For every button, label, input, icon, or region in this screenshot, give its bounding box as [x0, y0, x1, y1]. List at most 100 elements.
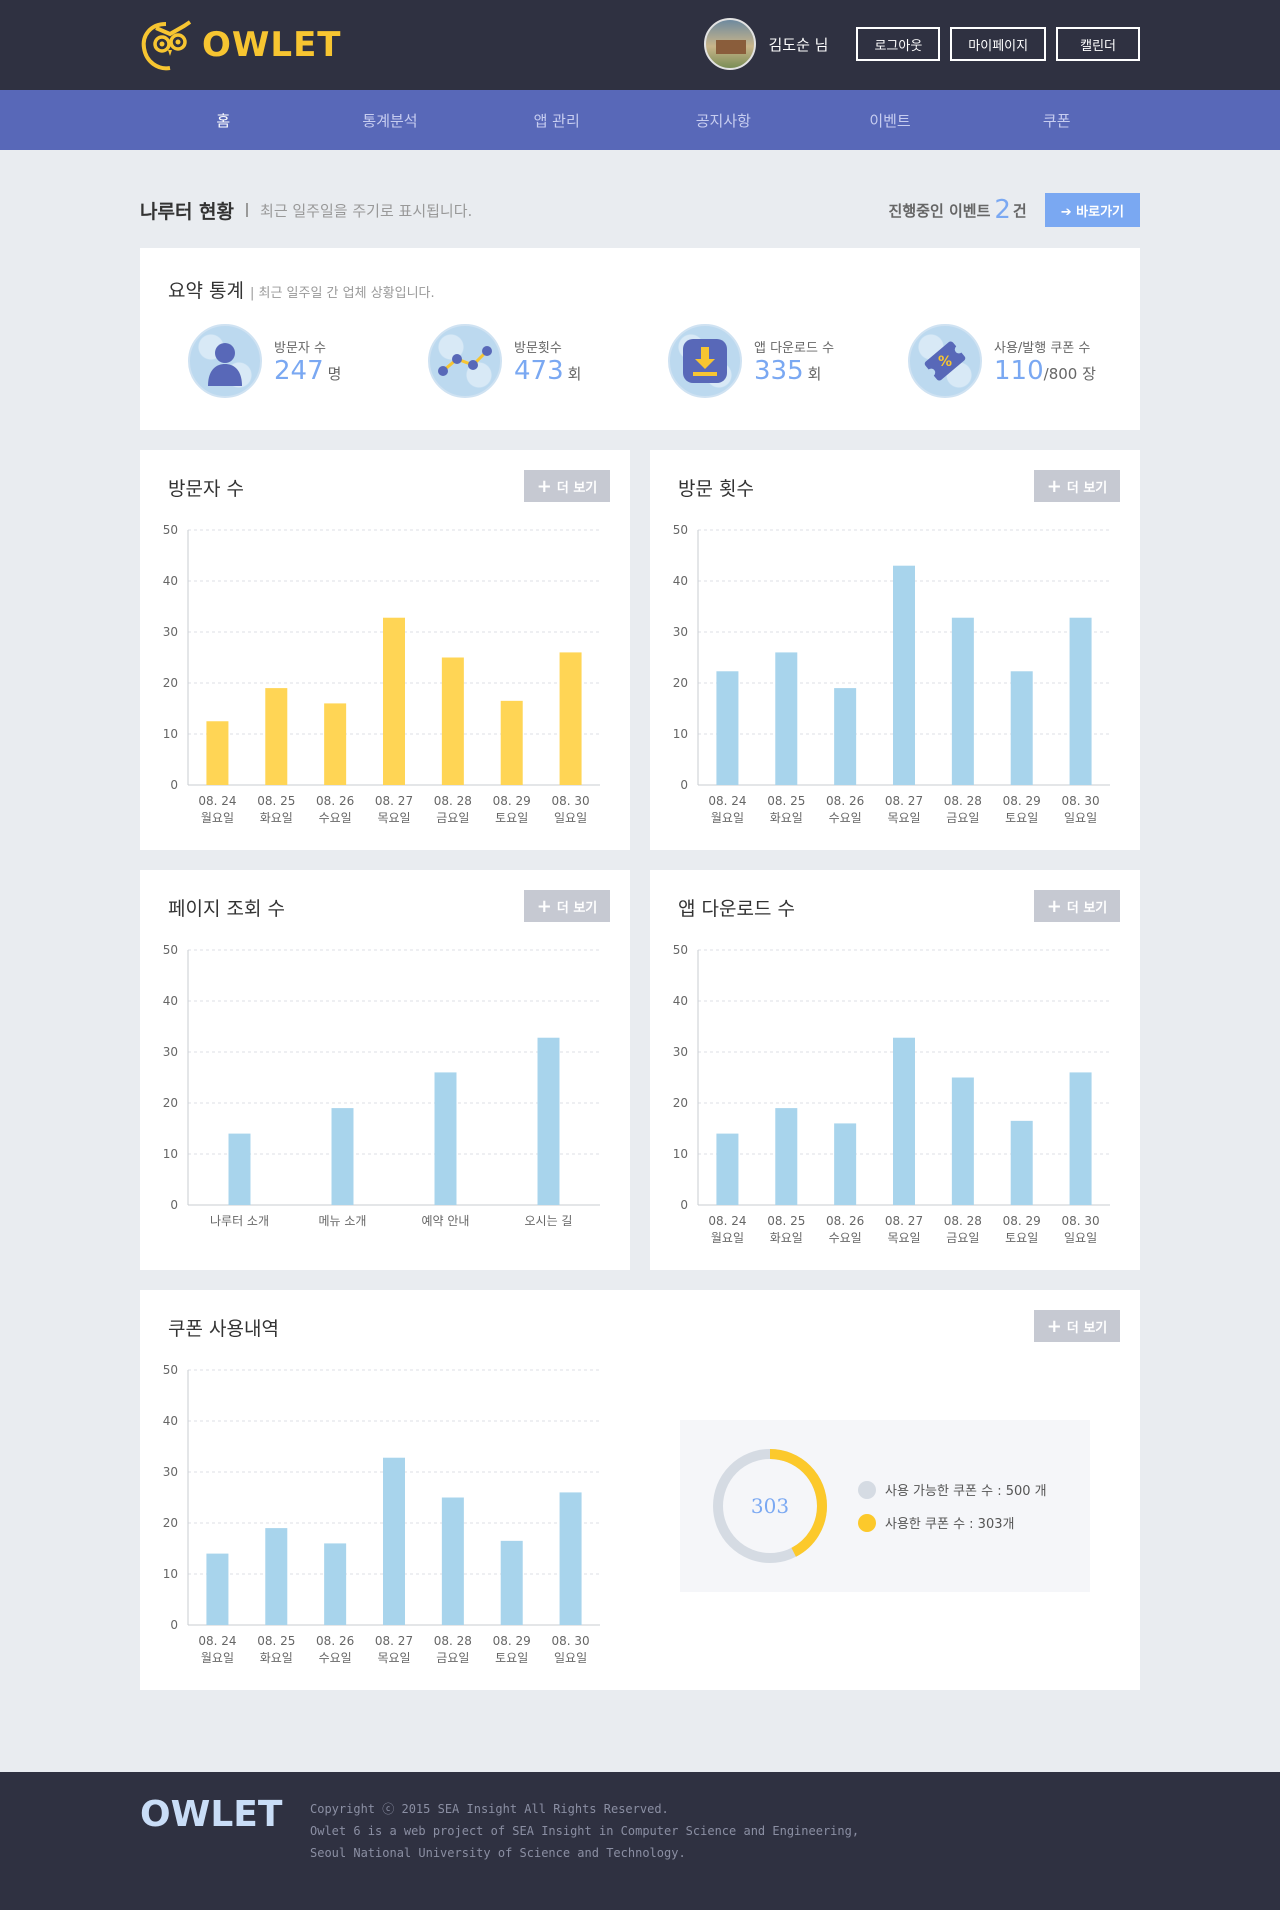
x-tick-label: 08. 29 — [1003, 794, 1041, 808]
x-tick-label: 08. 28 — [434, 794, 472, 808]
x-tick-label: 08. 26 — [826, 1214, 864, 1228]
x-tick-label: 08. 26 — [316, 794, 354, 808]
x-tick-label: 08. 24 — [708, 794, 746, 808]
x-tick-label: 화요일 — [770, 1231, 803, 1245]
y-tick-label: 40 — [673, 574, 688, 588]
more-button[interactable]: + 더 보기 — [1034, 890, 1120, 922]
bar — [1069, 617, 1092, 785]
stat-visits-text: 방문횟수 473 회 — [514, 337, 581, 386]
bar — [331, 1108, 354, 1205]
chart-title: 방문 횟수 — [678, 478, 754, 500]
y-tick-label: 50 — [673, 523, 688, 537]
more-button[interactable]: + 더 보기 — [1034, 1310, 1120, 1342]
y-tick-label: 10 — [673, 727, 688, 741]
x-tick-label: 08. 25 — [257, 1634, 295, 1648]
logout-button[interactable]: 로그아웃 — [856, 27, 941, 61]
x-tick-label: 토요일 — [495, 1651, 528, 1665]
y-tick-label: 0 — [680, 1198, 688, 1212]
y-tick-label: 50 — [163, 943, 178, 957]
bar — [537, 1037, 560, 1205]
y-tick-label: 50 — [673, 943, 688, 957]
logo-text: OWLET — [202, 25, 342, 65]
nav-app-manage[interactable]: 앱 관리 — [473, 90, 640, 150]
avatar[interactable] — [704, 18, 757, 70]
y-tick-label: 40 — [163, 574, 178, 588]
x-tick-label: 목요일 — [377, 811, 410, 825]
y-tick-label: 10 — [673, 1147, 688, 1161]
nav-home[interactable]: 홈 — [140, 90, 307, 150]
x-tick-label: 수요일 — [829, 1231, 862, 1245]
x-tick-label: 토요일 — [495, 811, 528, 825]
bar — [206, 1553, 229, 1625]
summary-title: 요약 통계 | 최근 일주일 간 업체 상황입니다. — [168, 276, 435, 303]
y-tick-label: 30 — [163, 1045, 178, 1059]
x-tick-label: 목요일 — [887, 811, 920, 825]
coupon-chart-card: 쿠폰 사용내역 + 더 보기 0 10 20 30 40 50 08. 24 월요일 08. 25… — [140, 1290, 1140, 1690]
bar — [893, 565, 915, 785]
event-count: 2 — [994, 195, 1011, 225]
mypage-button[interactable]: 마이페이지 — [950, 27, 1047, 61]
bar — [265, 688, 288, 785]
x-tick-label: 금요일 — [436, 1651, 469, 1665]
y-tick-label: 20 — [163, 1096, 178, 1110]
x-tick-label: 일요일 — [554, 1651, 587, 1665]
x-tick-label: 메뉴 소개 — [319, 1214, 367, 1228]
bar — [559, 652, 582, 785]
logo[interactable]: OWLET — [140, 18, 342, 72]
x-tick-label: 08. 28 — [434, 1634, 472, 1648]
bar — [441, 657, 464, 785]
x-tick-label: 수요일 — [319, 811, 352, 825]
more-button-label: 더 보기 — [1066, 480, 1108, 496]
bar — [775, 652, 798, 785]
x-tick-label: 목요일 — [887, 1231, 920, 1245]
legend-dot — [858, 1480, 876, 1499]
summary-subtitle: | 최근 일주일 간 업체 상황입니다. — [249, 286, 435, 301]
owl-logo-icon — [141, 20, 192, 71]
nav-notice[interactable]: 공지사항 — [640, 90, 807, 150]
legend-used: 사용한 쿠폰 수 : 303개 — [858, 1513, 1014, 1532]
y-tick-label: 10 — [163, 1567, 178, 1581]
nav-coupon[interactable]: 쿠폰 — [973, 90, 1140, 150]
y-tick-label: 40 — [673, 994, 688, 1008]
stat-value: 110 — [994, 355, 1044, 386]
legend-label: 사용한 쿠폰 수 : 303개 — [885, 1517, 1015, 1532]
x-tick-label: 예약 안내 — [422, 1213, 470, 1228]
trend-icon — [428, 324, 502, 398]
x-tick-label: 08. 24 — [708, 1214, 746, 1228]
x-tick-label: 토요일 — [1005, 811, 1038, 825]
bar — [265, 1528, 288, 1625]
y-tick-label: 20 — [673, 676, 688, 690]
coupon-icon: % — [908, 324, 982, 398]
x-tick-label: 08. 26 — [826, 794, 864, 808]
x-tick-label: 08. 25 — [257, 794, 295, 808]
x-tick-label: 08. 30 — [1061, 1214, 1099, 1228]
x-tick-label: 월요일 — [711, 811, 744, 825]
svg-text:%: % — [938, 354, 952, 370]
stat-downloads: 앱 다운로드 수 335 회 — [668, 324, 834, 398]
more-button[interactable]: + 더 보기 — [524, 890, 610, 922]
plus-icon: + — [1046, 895, 1062, 917]
more-button[interactable]: + 더 보기 — [524, 470, 610, 502]
x-tick-label: 토요일 — [1005, 1231, 1038, 1245]
more-button[interactable]: + 더 보기 — [1034, 470, 1120, 502]
x-tick-label: 화요일 — [260, 811, 293, 825]
bar — [1069, 1072, 1092, 1205]
y-tick-label: 20 — [673, 1096, 688, 1110]
stat-downloads-text: 앱 다운로드 수 335 회 — [754, 337, 834, 386]
nav-stats[interactable]: 통계분석 — [307, 90, 474, 150]
main-nav: 홈 통계분석 앱 관리 공지사항 이벤트 쿠폰 — [0, 90, 1280, 150]
coupon-donut-chart: 303 — [713, 1449, 827, 1563]
y-tick-label: 40 — [163, 994, 178, 1008]
summary-title-text: 요약 통계 — [168, 280, 244, 302]
go-button[interactable]: ➔ 바로가기 — [1044, 193, 1140, 227]
x-tick-label: 08. 25 — [767, 794, 805, 808]
x-tick-label: 월요일 — [201, 1651, 234, 1665]
x-tick-label: 화요일 — [260, 1651, 293, 1665]
bar — [206, 721, 229, 785]
page-subtitle: 최근 일주일을 주기로 표시됩니다. — [260, 201, 473, 220]
chart-title: 방문자 수 — [168, 478, 244, 500]
calendar-button[interactable]: 캘린더 — [1056, 27, 1140, 61]
stat-visitors-text: 방문자 수 247 명 — [274, 337, 341, 386]
nav-event[interactable]: 이벤트 — [807, 90, 974, 150]
title-divider — [246, 203, 249, 217]
